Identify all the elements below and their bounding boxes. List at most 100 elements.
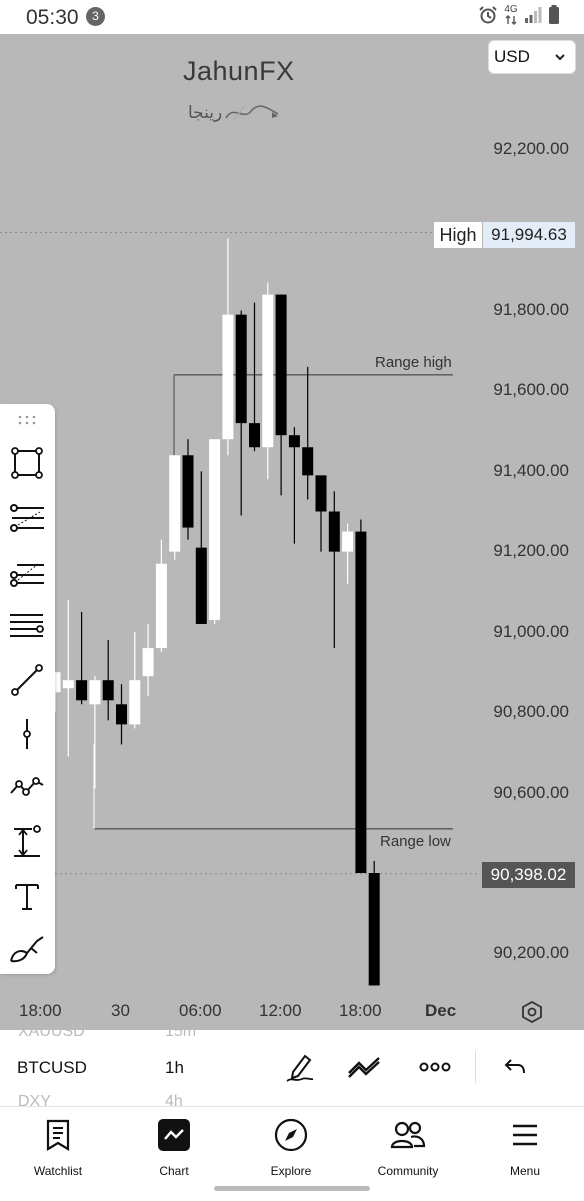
undo-icon [504,1059,525,1074]
candle-body [182,455,194,528]
nav-watchlist[interactable]: Watchlist [8,1115,108,1178]
text-icon [15,884,39,910]
swoosh-icon [225,105,279,121]
price-axis-label: 91,600.00 [493,380,569,399]
interval-option[interactable]: 15m [165,1030,196,1041]
menu-icon [513,1124,537,1146]
text-tool[interactable] [9,878,45,914]
selected-instrument[interactable]: BTCUSD [17,1058,87,1078]
brush-tool[interactable] [9,930,45,966]
price-axis-label: 91,000.00 [493,622,569,641]
current-price-label: 90,398.02 [482,862,575,888]
candle-body [355,531,367,873]
fib-retracement-icon [10,504,44,532]
fib-extension-icon [10,563,44,587]
price-axis-label: 91,200.00 [493,541,569,560]
nav-label: Menu [509,1164,541,1178]
candle-body [222,314,234,440]
high-value: 91,994.63 [483,222,575,248]
candle-body [315,475,327,512]
more-button[interactable] [417,1049,453,1085]
time-axis-label: Dec [425,1001,457,1020]
alarm-icon [479,6,497,24]
undo-button[interactable] [497,1049,533,1085]
path-icon [10,777,44,796]
time-axis-label: 06:00 [179,1001,222,1020]
nav-label: Explore [270,1164,312,1178]
candle-body [302,447,314,476]
candle-body [235,314,247,424]
chart-icon [158,1119,190,1151]
candle-body [328,511,340,552]
nav-explore[interactable]: Explore [241,1115,341,1178]
horizontal-lines-tool[interactable] [9,608,45,644]
currency-select[interactable]: USD [488,40,576,74]
notification-badge: 3 [86,7,105,26]
divider [475,1051,476,1083]
price-axis-label: 90,800.00 [493,702,569,721]
price-axis-label: 90,600.00 [493,783,569,802]
measure-tool[interactable] [9,824,45,860]
indicator-lines-icon [348,1057,380,1078]
currency-value: USD [494,47,530,66]
candle-body [102,680,114,701]
candle-body [76,680,88,701]
range-high-label[interactable]: Range high [375,354,452,371]
chart-area[interactable]: JahunFX رینجا USD 92,200.00 91,800.00 91… [0,34,584,1030]
nav-label: Community [377,1164,439,1178]
rectangle-icon [11,447,43,479]
candle-body [288,435,300,448]
range-low-label[interactable]: Range low [380,833,451,850]
chevron-down-icon [555,54,565,61]
vertical-line-icon [23,719,31,749]
price-axis-label: 92,200.00 [493,139,569,158]
chart-settings-icon[interactable] [520,1000,544,1024]
measure-icon [14,825,41,857]
candle-body [155,563,167,649]
indicators-button[interactable] [347,1049,383,1085]
rectangle-tool[interactable] [9,445,45,481]
candle-body [169,455,181,552]
selected-interval[interactable]: 1h [165,1058,184,1078]
price-axis-label: 91,800.00 [493,300,569,319]
pen-icon [286,1054,314,1082]
path-tool[interactable] [9,770,45,806]
vertical-line-tool[interactable] [9,716,45,752]
horizontal-lines-icon [10,614,44,637]
price-axis-label: 91,400.00 [493,461,569,480]
drawing-toolbar [0,404,55,974]
candle-body [368,873,380,986]
nav-chart[interactable]: Chart [124,1115,224,1178]
trend-line-tool[interactable] [9,662,45,698]
drag-handle-icon[interactable] [17,414,37,426]
brand-logo: رینجا [188,100,284,126]
more-dots-icon [419,1062,451,1072]
candle-body [249,423,260,448]
compass-icon [274,1118,308,1152]
price-axis-label: 90,200.00 [493,943,569,962]
community-icon [390,1121,426,1149]
candle-body [262,294,274,448]
candle-body [275,294,287,436]
trend-line-icon [11,664,43,696]
nav-community[interactable]: Community [358,1115,458,1178]
brand-title: JahunFX [183,56,295,86]
nav-menu[interactable]: Menu [475,1115,575,1178]
status-icons: 4G [478,5,560,25]
home-indicator [214,1186,370,1191]
instrument-option[interactable]: XAUUSD [18,1030,85,1041]
status-time: 05:30 [26,6,79,29]
candle-body [116,704,127,725]
high-label: High [434,222,482,248]
time-axis-label: 12:00 [259,1001,302,1020]
instrument-option[interactable]: DXY [18,1093,51,1106]
nav-label: Chart [159,1164,189,1178]
brush-icon [10,936,44,963]
signal-icon [525,7,542,23]
interval-option[interactable]: 4h [165,1093,183,1106]
draw-button[interactable] [282,1049,318,1085]
candle-body [89,680,101,705]
time-axis-label: 18:00 [19,1001,62,1020]
fib-retracement-tool[interactable] [9,500,45,536]
fib-extension-tool[interactable] [9,555,45,591]
